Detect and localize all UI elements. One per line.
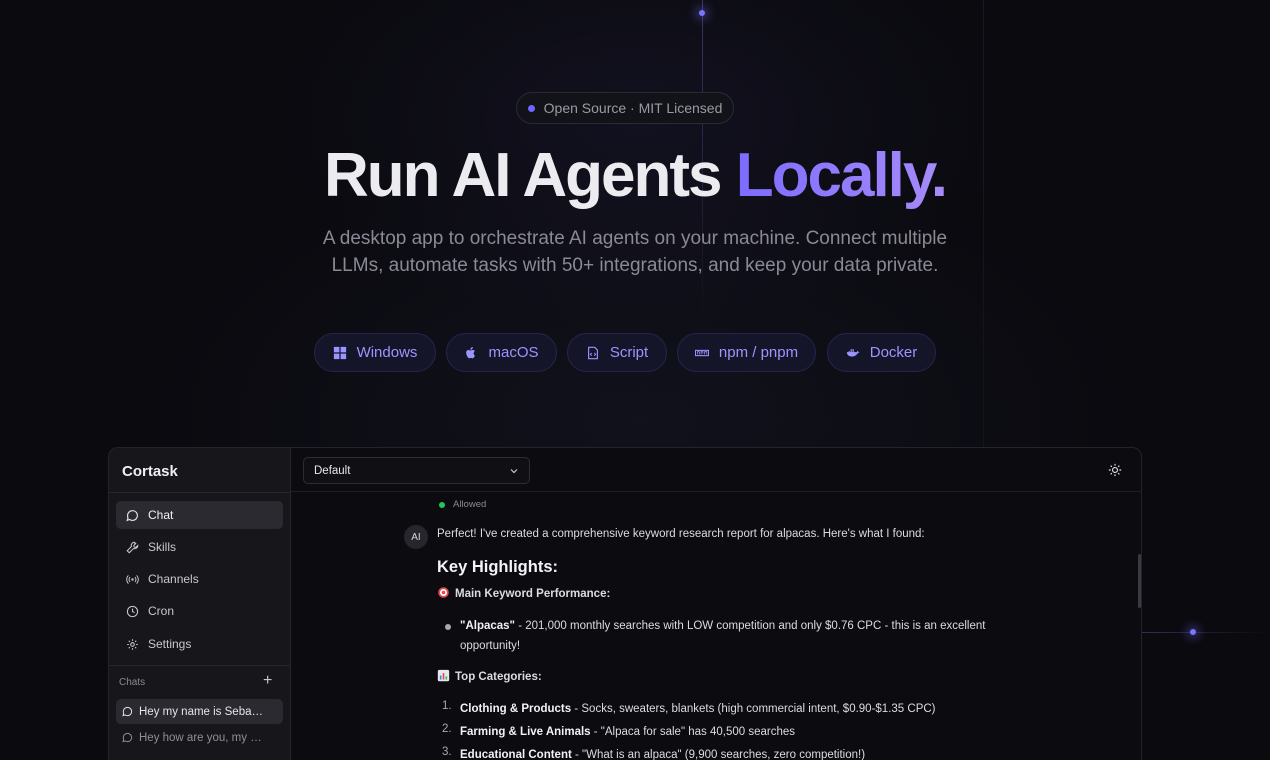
sidebar-item-label: Cron [148,604,175,618]
sidebar-divider [109,492,291,493]
workspace-select[interactable]: Default [303,457,530,484]
list-number: 3. [442,746,452,758]
message-section-title: Main Keyword Performance: [437,585,610,604]
apple-icon [466,346,476,358]
chat-history-label: Hey how are you, my … [139,731,262,744]
bar-chart-icon [437,669,450,682]
chat-main-panel: Default Allowed AI Perfect! I've created… [291,448,1141,760]
broadcast-icon [126,574,139,584]
badge-dot [527,104,535,112]
sidebar-item-label: Settings [148,637,192,651]
sidebar-item-label: Skills [148,540,177,554]
list-item: Clothing & Products - Socks, sweaters, b… [460,703,936,715]
bullet-item: "Alpacas" - 201,000 monthly searches wit… [460,620,986,632]
windows-icon [333,346,346,359]
theme-toggle-sun-icon[interactable] [1108,463,1122,477]
download-label: macOS [488,344,539,361]
download-npm-button[interactable]: npm / pnpm [677,333,816,372]
decor-glow-dot [699,10,705,16]
chat-bubble-icon [126,509,138,521]
gear-icon [127,638,138,650]
status-dot [439,501,445,508]
sidebar-item-label: Chat [148,508,174,522]
chat-scrollbar[interactable] [1138,554,1141,608]
chevron-down-icon [510,468,518,473]
sidebar-item-chat[interactable]: Chat [116,501,283,529]
message-section-title: Top Categories: [437,668,542,687]
workspace-select-value: Default [314,464,351,477]
download-label: Windows [356,344,418,361]
ai-avatar: AI [404,525,428,549]
bullet-item-continued: opportunity! [460,640,521,652]
download-script-button[interactable]: Script [567,333,667,372]
sidebar-item-settings[interactable]: Settings [116,630,283,658]
sidebar: Cortask Chat Skills Channels Cron Settin… [109,448,291,760]
chats-section-label: Chats [119,677,146,688]
docker-icon [846,348,860,356]
chat-history-item[interactable]: Hey my name is Seba… [116,699,283,724]
sidebar-divider [109,665,291,666]
download-label: Script [609,344,649,361]
decor-horizontal-line [1142,632,1270,633]
clock-icon [126,605,139,617]
list-item: Educational Content - "What is an alpaca… [460,749,866,760]
chat-bubble-icon [122,706,133,717]
npm-icon [694,349,709,356]
message-heading: Key Highlights: [437,558,559,576]
hero-subtitle: A desktop app to orchestrate AI agents o… [322,228,948,276]
license-badge: Open Source · MIT Licensed [516,92,734,124]
chat-bubble-icon [122,732,133,743]
list-number: 2. [442,723,452,735]
download-label: Docker [869,344,918,361]
hero-title-main: Run AI Agents [324,141,722,210]
sidebar-item-label: Channels [148,572,199,586]
download-buttons: Windows macOS Script npm / pnpm Docker [0,333,1270,373]
message-intro: Perfect! I've created a comprehensive ke… [437,528,925,540]
sidebar-item-channels[interactable]: Channels [116,565,283,593]
download-label: npm / pnpm [718,344,799,361]
badge-text: Open Source · MIT Licensed [543,100,723,116]
new-chat-button[interactable]: + [263,673,272,689]
hero-title: Run AI Agents Locally. [0,140,1270,211]
list-item: Farming & Live Animals - "Alpaca for sal… [460,726,795,738]
chat-history-label: Hey my name is Seba… [139,705,263,718]
wrench-icon [126,541,139,554]
download-windows-button[interactable]: Windows [314,333,436,372]
list-number: 1. [442,700,452,712]
bullet-marker [445,624,451,630]
app-brand: Cortask [122,463,178,480]
download-docker-button[interactable]: Docker [827,333,936,372]
chat-history-item[interactable]: Hey how are you, my … [116,725,283,750]
hero-title-accent: Locally. [735,141,948,210]
status-text: Allowed [453,499,487,510]
tool-permission-status: Allowed [439,499,486,510]
download-macos-button[interactable]: macOS [446,333,557,372]
target-icon [438,587,449,598]
script-icon [587,346,598,359]
decor-glow-dot [1190,629,1196,635]
app-preview-window: Cortask Chat Skills Channels Cron Settin… [108,447,1142,760]
chat-topbar: Default [291,448,1141,492]
sidebar-item-cron[interactable]: Cron [116,597,283,625]
sidebar-item-skills[interactable]: Skills [116,533,283,561]
